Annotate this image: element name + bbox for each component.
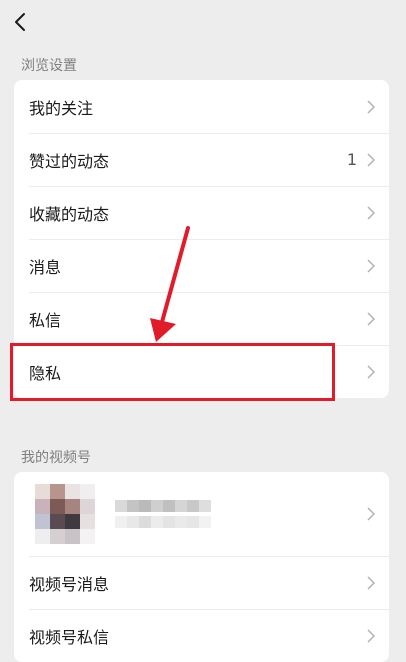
browsing-settings-card: 我的关注 赞过的动态 1 收藏的动态 消息 私信 隐私 [14, 80, 389, 398]
row-channel-private-messages[interactable]: 视频号私信 [14, 609, 389, 662]
chevron-right-icon [367, 507, 375, 521]
channels-card: 视频号消息 视频号私信 [14, 472, 389, 662]
profile-name-blurred [115, 500, 211, 528]
row-label: 私信 [29, 310, 62, 330]
browsing-settings-title: 浏览设置 [21, 58, 77, 74]
row-label: 视频号消息 [29, 574, 110, 594]
row-messages[interactable]: 消息 [14, 239, 389, 292]
row-label: 消息 [29, 257, 62, 277]
row-following[interactable]: 我的关注 [14, 80, 389, 133]
chevron-right-icon [367, 628, 375, 643]
row-privacy[interactable]: 隐私 [14, 345, 389, 398]
chevron-left-icon[interactable] [10, 10, 32, 34]
chevron-right-icon [367, 258, 375, 273]
row-saved-posts[interactable]: 收藏的动态 [14, 186, 389, 239]
channel-profile-row[interactable] [14, 472, 389, 556]
chevron-right-icon [367, 152, 375, 167]
row-label: 隐私 [29, 363, 62, 383]
chevron-right-icon [367, 364, 375, 379]
chevron-right-icon [367, 205, 375, 220]
row-label: 赞过的动态 [29, 151, 110, 171]
chevron-right-icon [367, 99, 375, 114]
channels-title: 我的视频号 [21, 450, 91, 466]
liked-count: 1 [346, 150, 357, 169]
row-label: 我的关注 [29, 98, 94, 118]
row-liked-posts[interactable]: 赞过的动态 1 [14, 133, 389, 186]
top-bar [0, 0, 406, 44]
avatar [35, 484, 95, 544]
chevron-right-icon [367, 575, 375, 590]
row-private-messages[interactable]: 私信 [14, 292, 389, 345]
row-channel-messages[interactable]: 视频号消息 [14, 556, 389, 609]
row-label: 收藏的动态 [29, 204, 110, 224]
row-label: 视频号私信 [29, 627, 110, 647]
chevron-right-icon [367, 311, 375, 326]
